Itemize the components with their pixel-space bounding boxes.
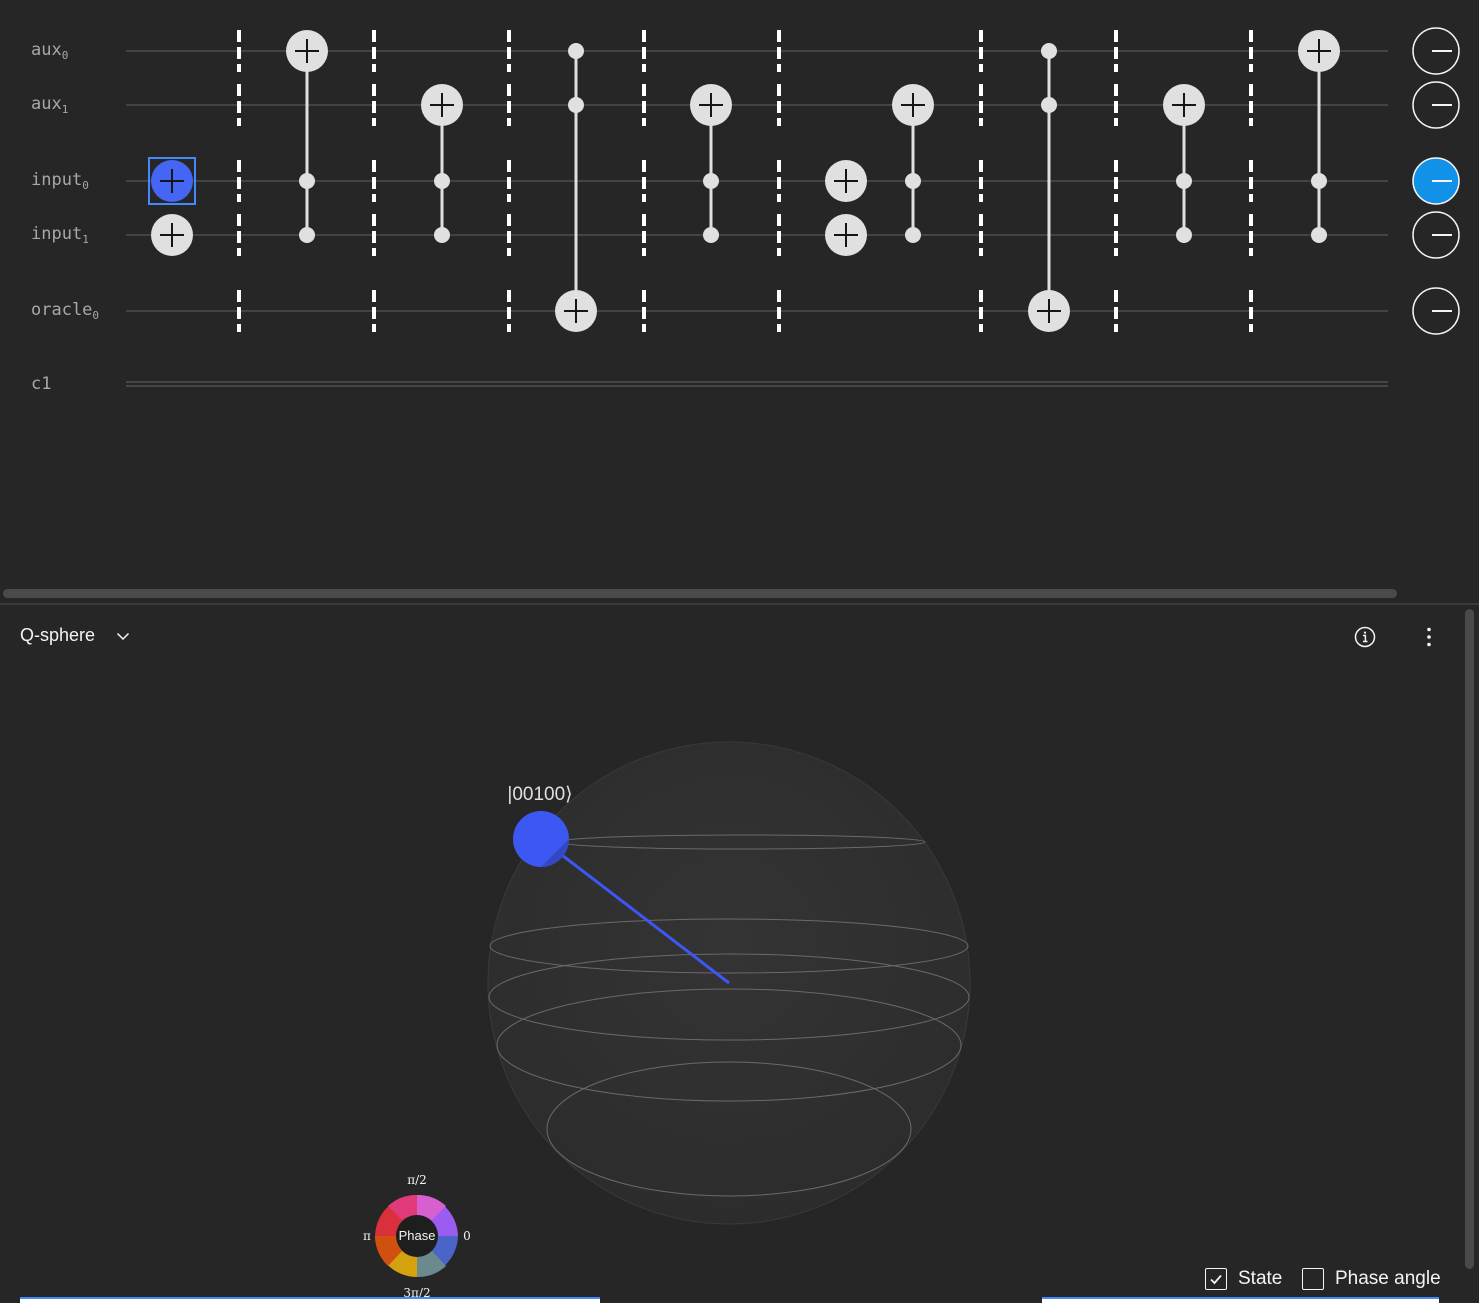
control-dot[interactable] xyxy=(703,227,719,243)
phase-label-left: π xyxy=(363,1229,371,1243)
control-dot[interactable] xyxy=(568,43,584,59)
qubit-label[interactable]: oracle0 xyxy=(31,300,99,322)
bottom-toolbar-right xyxy=(1042,1297,1439,1303)
control-dot[interactable] xyxy=(905,173,921,189)
state-checkbox-label: State xyxy=(1238,1268,1283,1289)
phase-wheel-center-label: Phase xyxy=(399,1228,436,1243)
visualization-panel: Q-sphere |00100⟩ Phase π/2 π 0 3π/2 Stat… xyxy=(0,605,1479,1303)
control-dot[interactable] xyxy=(1041,43,1057,59)
state-option[interactable]: State xyxy=(1205,1268,1282,1290)
control-dot[interactable] xyxy=(1311,173,1327,189)
qsphere-canvas[interactable]: |00100⟩ Phase π/2 π 0 3π/2 xyxy=(0,605,1479,1303)
control-dot[interactable] xyxy=(299,227,315,243)
qubit-label[interactable]: input0 xyxy=(31,170,89,192)
classical-register-label[interactable]: c1 xyxy=(31,374,51,394)
phase-angle-checkbox-label: Phase angle xyxy=(1335,1268,1441,1289)
control-dot[interactable] xyxy=(434,227,450,243)
state-label: |00100⟩ xyxy=(507,784,572,805)
phase-label-top: π/2 xyxy=(407,1173,427,1187)
control-dot[interactable] xyxy=(1176,173,1192,189)
state-checkbox[interactable] xyxy=(1205,1268,1227,1290)
qubit-label[interactable]: aux1 xyxy=(31,94,68,116)
circuit-canvas[interactable]: aux0 aux1 input0 input1 oracle0 c1 xyxy=(0,0,1479,603)
qubit-label[interactable]: aux0 xyxy=(31,40,68,62)
control-dot[interactable] xyxy=(299,173,315,189)
checkmark-icon xyxy=(1210,1274,1222,1285)
control-dot[interactable] xyxy=(568,97,584,113)
bottom-toolbar-left xyxy=(20,1297,600,1303)
qubit-label[interactable]: input1 xyxy=(31,224,89,246)
control-dot[interactable] xyxy=(703,173,719,189)
control-dot[interactable] xyxy=(1176,227,1192,243)
phase-label-right: 0 xyxy=(463,1229,471,1243)
control-dot[interactable] xyxy=(905,227,921,243)
control-dot[interactable] xyxy=(434,173,450,189)
phase-angle-checkbox[interactable] xyxy=(1302,1268,1324,1290)
horizontal-scrollbar[interactable] xyxy=(3,589,1397,598)
control-dot[interactable] xyxy=(1041,97,1057,113)
circuit-composer-panel: aux0 aux1 input0 input1 oracle0 c1 xyxy=(0,0,1479,603)
phase-angle-option[interactable]: Phase angle xyxy=(1302,1268,1441,1290)
control-dot[interactable] xyxy=(1311,227,1327,243)
